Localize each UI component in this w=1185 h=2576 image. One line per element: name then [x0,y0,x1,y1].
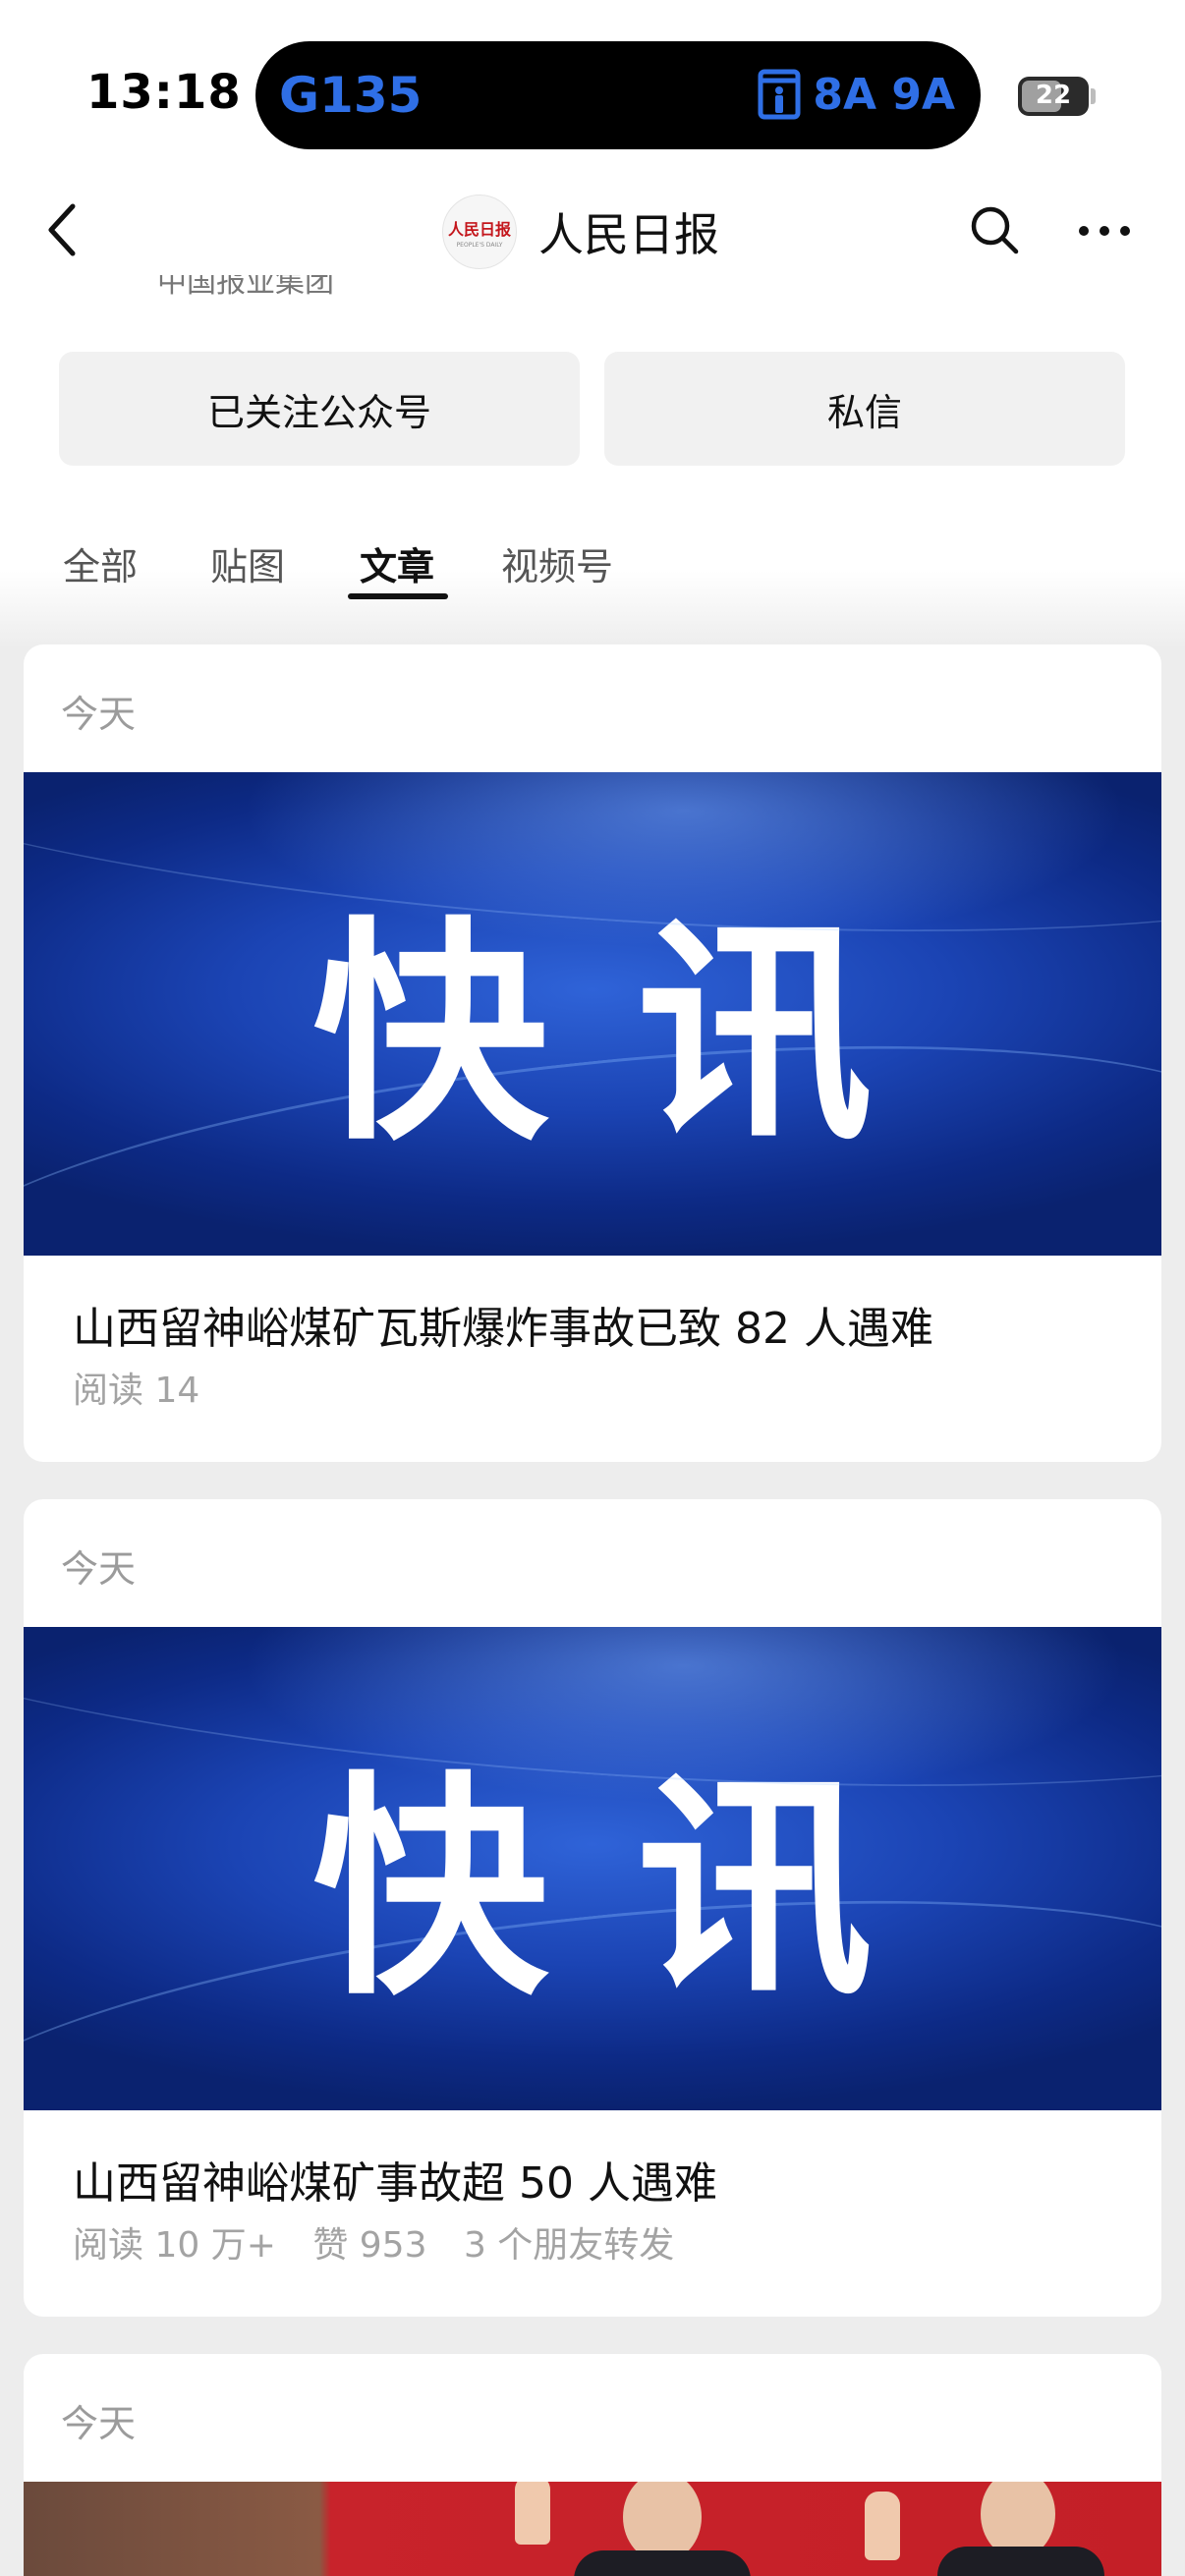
account-header[interactable]: 人民日报 PEOPLE'S DAILY 人民日报 [442,195,719,269]
photo-suit [937,2547,1104,2576]
like-count: 赞 953 [312,2225,427,2266]
photo-raised-hand [865,2492,900,2560]
tab-articles[interactable]: 文章 [360,536,434,590]
cover-headline: 快讯 [312,1749,961,2027]
gate-numbers: 8A 9A [813,69,955,120]
train-door-icon [758,69,801,120]
article-date: 今天 [61,2402,137,2445]
active-tab-indicator [348,593,448,599]
tab-all[interactable]: 全部 [63,536,138,590]
status-time: 13:18 [86,65,242,120]
read-count: 阅读 14 [73,1371,200,1411]
followed-button[interactable]: 已关注公众号 [59,352,580,466]
article-card[interactable]: 今天 快讯 山西留神峪煤矿事故超 50 人遇难 阅读 10 万+ 赞 953 3… [24,1499,1161,2317]
article-cover-photo [24,2482,1161,2576]
article-cover-image: 快讯 [24,1627,1161,2110]
logo-text-en: PEOPLE'S DAILY [456,241,503,249]
content-tabs: 全部 贴图 文章 视频号 [0,536,1185,605]
friends-shared: 3 个朋友转发 [463,2225,675,2266]
search-button[interactable] [967,202,1022,257]
search-icon [971,206,1019,254]
more-button[interactable] [1077,216,1132,246]
message-button[interactable]: 私信 [604,352,1125,466]
scrolled-profile-text: 中国报业集团 [157,275,354,299]
account-name: 人民日报 [538,208,719,261]
photo-suit [574,2550,751,2576]
back-button[interactable] [43,200,83,259]
more-horizontal-icon [1079,226,1130,236]
article-title: 山西留神峪煤矿事故超 50 人遇难 [73,2158,717,2209]
article-meta: 阅读 10 万+ 赞 953 3 个朋友转发 [73,2216,700,2268]
article-card[interactable]: 今天 [24,2354,1161,2576]
battery-cap [1091,88,1096,104]
article-meta: 阅读 14 [73,1362,225,1413]
article-date: 今天 [61,693,137,736]
logo-text-cn: 人民日报 [447,219,511,239]
read-count: 阅读 10 万+ [73,2225,276,2266]
battery-icon: 22 [1018,77,1089,116]
battery-level: 22 [1035,81,1072,110]
tab-images[interactable]: 贴图 [210,536,285,590]
photo-raised-hand [515,2482,550,2545]
cover-headline: 快讯 [312,894,961,1172]
truncated-text: 中国报业集团 [157,275,334,299]
chevron-left-icon [48,203,76,256]
article-date: 今天 [61,1547,137,1591]
tab-channels[interactable]: 视频号 [501,536,613,590]
live-activity[interactable]: G135 8A 9A [255,41,981,149]
article-card[interactable]: 今天 快讯 山西留神峪煤矿瓦斯爆炸事故已致 82 人遇难 阅读 14 [24,644,1161,1462]
account-logo: 人民日报 PEOPLE'S DAILY [442,195,517,269]
public-account-page: 13:18 G135 8A 9A 22 人民日报 PEOPLE'S DAILY … [0,0,1185,2576]
article-cover-image: 快讯 [24,772,1161,1256]
article-title: 山西留神峪煤矿瓦斯爆炸事故已致 82 人遇难 [73,1304,933,1354]
train-number: G135 [279,67,423,124]
